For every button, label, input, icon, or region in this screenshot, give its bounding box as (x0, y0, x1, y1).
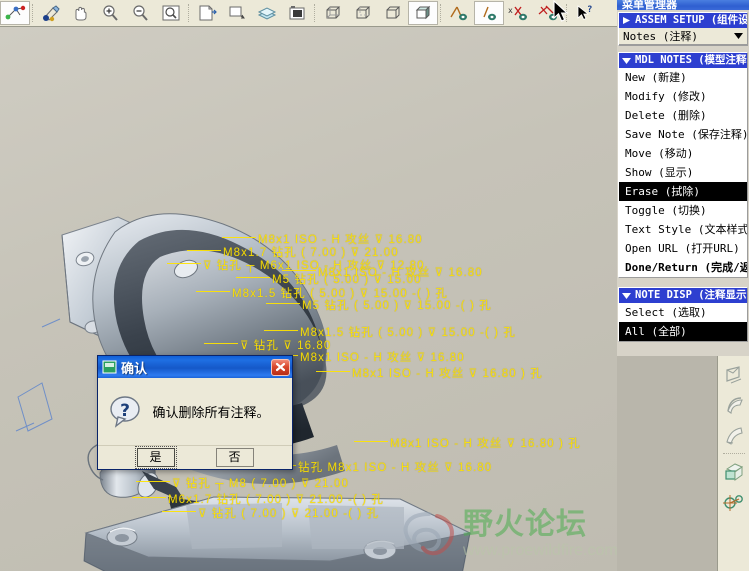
menu-item-open-url[interactable]: Open URL (打开URL) (619, 239, 747, 258)
view-toolbar: x ? (0, 0, 617, 27)
zoom-out-icon[interactable] (126, 1, 156, 25)
model-tools-toolbar (717, 356, 749, 571)
triangle-right-icon (623, 17, 630, 24)
menu-item-text-style[interactable]: Text Style (文本样式) (619, 220, 747, 239)
close-icon[interactable] (271, 358, 290, 376)
watermark-title: 野火论坛 (463, 506, 587, 542)
assem-setup-panel: ASSEM SETUP (组件设置) Notes (注释) (618, 12, 748, 46)
menu-item-erase[interactable]: Erase (拭除) (619, 182, 747, 201)
no-hidden-icon[interactable] (378, 1, 408, 25)
dialog-message: 确认删除所有注释。 (152, 406, 270, 421)
sweep-curve-icon[interactable] (720, 390, 748, 420)
forum-watermark: 野火论坛 www.proewildfire.com (399, 503, 617, 565)
svg-text:x: x (508, 6, 513, 15)
note-disp-panel: NOTE DISP (注释显示) Select (选取) All (全部) (618, 287, 748, 342)
window-icon (102, 360, 117, 374)
mdl-notes-label: MDL NOTES (模型注释) (635, 54, 747, 66)
note-disp-header[interactable]: NOTE DISP (注释显示) (619, 288, 747, 303)
mouse-pointer (553, 0, 569, 22)
mechanism-icon[interactable] (720, 487, 748, 517)
menu-manager[interactable]: 菜单管理器 ASSEM SETUP (组件设置) Notes (注释) MDL … (617, 0, 749, 356)
mdl-notes-header[interactable]: MDL NOTES (模型注释) (619, 53, 747, 68)
svg-text:?: ? (120, 401, 130, 421)
datum-axis-icon[interactable] (474, 1, 504, 25)
surface-extrude-icon[interactable] (720, 360, 748, 390)
question-mark-icon: ? (110, 395, 140, 428)
dialog-title: 确认 (121, 361, 148, 377)
3d-model-view[interactable] (0, 27, 617, 571)
zoom-in-icon[interactable] (96, 1, 126, 25)
dialog-titlebar[interactable]: 确认 (98, 356, 292, 378)
blend-surface-icon[interactable] (720, 420, 748, 450)
dialog-buttons: 是 否 (98, 446, 292, 469)
layer-tree-icon[interactable] (222, 1, 252, 25)
forum-logo-icon (403, 512, 454, 556)
svg-text:?: ? (587, 5, 592, 15)
datum-plane-icon[interactable] (444, 1, 474, 25)
menu-item-modify[interactable]: Modify (修改) (619, 87, 747, 106)
shading-icon[interactable] (408, 1, 438, 25)
saved-view-icon[interactable] (192, 1, 222, 25)
menu-item-delete[interactable]: Delete (删除) (619, 106, 747, 125)
toolbar-separator (722, 450, 745, 457)
repaint-icon[interactable] (36, 1, 66, 25)
menu-item-all[interactable]: All (全部) (619, 322, 747, 341)
pan-hand-icon[interactable] (66, 1, 96, 25)
menu-item-save-note[interactable]: Save Note (保存注释) (619, 125, 747, 144)
menu-item-done-return[interactable]: Done/Return (完成/返回) (619, 258, 747, 277)
graphics-window[interactable]: M8x1 ISO - H 攻丝 ⊽ 16.80 M8x1.7 钻孔 ( 7.00 … (0, 27, 617, 571)
dialog-body: ? 确认删除所有注释。 (98, 378, 292, 446)
menu-manager-title: 菜单管理器 (617, 0, 749, 10)
datum-points-icon[interactable] (0, 1, 30, 25)
datum-point-off-icon[interactable]: x (504, 1, 534, 25)
menu-item-new[interactable]: New (新建) (619, 68, 747, 87)
triangle-down-icon (622, 58, 631, 64)
watermark-url: www.proewildfire.com (463, 541, 617, 559)
confirm-dialog[interactable]: 确认 ? 确认删除所有注释。 是 否 (97, 355, 293, 470)
chevron-down-icon[interactable] (734, 33, 743, 39)
hidden-line-icon[interactable] (348, 1, 378, 25)
triangle-down-icon (622, 293, 631, 299)
assem-setup-header[interactable]: ASSEM SETUP (组件设置) (619, 13, 747, 28)
pattern-box-icon[interactable] (720, 457, 748, 487)
no-button[interactable]: 否 (215, 448, 254, 467)
menu-item-show[interactable]: Show (显示) (619, 163, 747, 182)
datum-markers (15, 318, 61, 432)
menu-item-toggle[interactable]: Toggle (切换) (619, 201, 747, 220)
assem-setup-label: ASSEM SETUP (组件设置) (635, 14, 747, 26)
notes-combo[interactable]: Notes (注释) (619, 28, 747, 45)
shading-stack-icon[interactable] (252, 1, 282, 25)
note-disp-label: NOTE DISP (注释显示) (635, 289, 747, 301)
wireframe-icon[interactable] (318, 1, 348, 25)
help-pointer-icon[interactable]: ? (570, 1, 600, 25)
refit-icon[interactable] (156, 1, 186, 25)
camera-icon[interactable] (282, 1, 312, 25)
mdl-notes-panel: MDL NOTES (模型注释) New (新建) Modify (修改) De… (618, 52, 748, 278)
notes-combo-value: Notes (注释) (623, 29, 698, 43)
menu-item-move[interactable]: Move (移动) (619, 144, 747, 163)
yes-button[interactable]: 是 (134, 446, 177, 469)
menu-item-select[interactable]: Select (选取) (619, 303, 747, 322)
